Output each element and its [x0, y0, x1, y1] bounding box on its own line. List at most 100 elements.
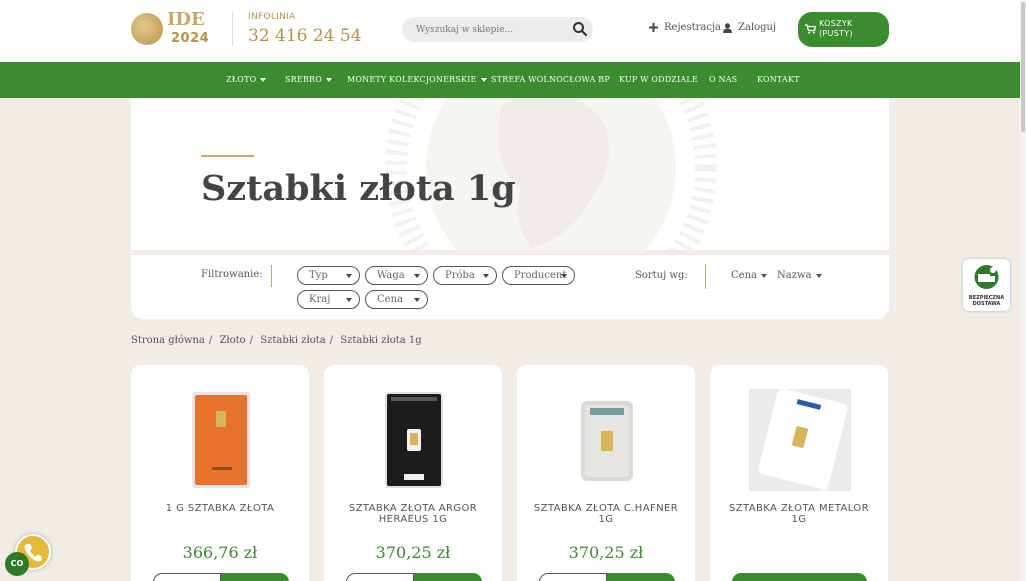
main-nav: ZŁOTO SREBRO MONETY KOLEKCJONERSKIE STRE…: [0, 62, 1020, 98]
filter-pill-label: Producent: [514, 270, 567, 281]
breadcrumb-separator: /: [249, 335, 254, 346]
breadcrumb: Strona główna / Złoto / Sztabki złota / Szt…: [131, 335, 426, 346]
logo-text: IDE: [167, 9, 205, 30]
filter-bar: Filtrowanie: Typ Waga Próba Producent Kr…: [131, 255, 889, 319]
quantity-input[interactable]: [346, 573, 414, 581]
filter-label: Filtrowanie:: [201, 269, 263, 280]
filter-divider: [271, 265, 272, 287]
nav-label: O NAS: [709, 75, 738, 84]
breadcrumb-zloto[interactable]: Złoto: [219, 335, 245, 346]
infolinia-phone[interactable]: 32 416 24 54: [248, 26, 362, 46]
safe-delivery-badge[interactable]: BEZPIECZNA DOSTAWA: [963, 259, 1010, 311]
filter-proba[interactable]: Próba: [433, 266, 497, 285]
chat-button[interactable]: CO: [5, 552, 29, 576]
product-card[interactable]: SZTABKA ZŁOTA ARGOR HERAEUS 1G 370,25 zł: [324, 365, 502, 581]
product-image[interactable]: [170, 389, 272, 491]
page-hero: Sztabki złota 1g: [131, 98, 889, 250]
delivery-shield-icon: [974, 265, 999, 289]
chevron-down-icon: [326, 77, 333, 82]
chevron-down-icon: [260, 77, 267, 82]
nav-item-o-nas[interactable]: O NAS: [709, 75, 737, 84]
add-to-cart-button[interactable]: [414, 573, 482, 581]
filter-typ[interactable]: Typ: [297, 266, 360, 285]
plus-icon: [649, 23, 658, 32]
cart-button[interactable]: KOSZYK (PUSTY): [798, 12, 889, 47]
product-card[interactable]: SZTABKA ZŁOTA C.HAFNER 1G 370,25 zł: [517, 365, 695, 581]
site-logo[interactable]: IDE 2024: [131, 11, 211, 47]
filter-cena[interactable]: Cena: [365, 290, 428, 309]
cart-label: KOSZYK (PUSTY): [819, 19, 853, 39]
product-price: 370,25 zł: [568, 543, 644, 562]
login-link[interactable]: Zaloguj: [723, 22, 776, 33]
product-name[interactable]: 1 G SZTABKA ZŁOTA: [141, 503, 299, 514]
chevron-down-icon: [414, 274, 420, 278]
nav-item-zloto[interactable]: ZŁOTO: [226, 75, 267, 84]
quantity-input[interactable]: [539, 573, 607, 581]
badge-line2: DOSTAWA: [972, 301, 1001, 307]
nav-item-srebro[interactable]: SREBRO: [285, 75, 333, 84]
title-accent-line: [201, 155, 254, 157]
cart-label-line1: KOSZYK: [819, 19, 853, 28]
nav-label: KONTAKT: [757, 75, 800, 84]
nav-label: STREFA WOLNOCŁOWA BP: [491, 75, 610, 84]
nav-item-kontakt[interactable]: KONTAKT: [757, 75, 800, 84]
filter-pill-label: Typ: [309, 270, 328, 281]
search-box: [402, 17, 593, 42]
page-scrollbar[interactable]: [1020, 0, 1026, 581]
breadcrumb-sztabki[interactable]: Sztabki złota: [260, 335, 325, 346]
product-image[interactable]: [363, 389, 465, 491]
cart-label-line2: (PUSTY): [819, 29, 853, 38]
sort-by-name[interactable]: Nazwa: [777, 270, 822, 281]
nav-item-strefa[interactable]: STREFA WOLNOCŁOWA BP: [491, 75, 610, 84]
product-image[interactable]: [556, 389, 658, 491]
chevron-down-icon: [346, 298, 352, 302]
filter-waga[interactable]: Waga: [365, 266, 428, 285]
login-label: Zaloguj: [738, 22, 777, 33]
quantity-input[interactable]: [153, 573, 221, 581]
add-to-cart-button[interactable]: [607, 573, 675, 581]
product-name[interactable]: SZTABKA ZŁOTA C.HAFNER 1G: [527, 503, 685, 525]
search-icon[interactable]: [572, 21, 588, 37]
filter-producent[interactable]: Producent: [502, 266, 575, 285]
product-card[interactable]: 1 G SZTABKA ZŁOTA 366,76 zł: [131, 365, 309, 581]
product-price: 366,76 zł: [182, 543, 258, 562]
notify-availability-button[interactable]: [732, 573, 867, 581]
scrollbar-thumb[interactable]: [1021, 2, 1025, 132]
sort-label: Sortuj wg:: [635, 270, 688, 281]
nav-label: ZŁOTO: [226, 75, 257, 84]
sort-by-price[interactable]: Cena: [731, 270, 767, 281]
product-card[interactable]: SZTABKA ZŁOTA METALOR 1G: [710, 365, 888, 581]
chevron-down-icon: [346, 274, 352, 278]
search-input[interactable]: [416, 22, 566, 37]
nav-item-kup[interactable]: KUP W ODDZIALE: [619, 75, 698, 84]
user-icon: [723, 22, 732, 33]
filter-pill-label: Cena: [377, 294, 403, 305]
nav-item-monety[interactable]: MONETY KOLEKCJONERSKIE: [347, 75, 487, 84]
site-header: IDE 2024 INFOLINIA 32 416 24 54 Rejestra…: [0, 0, 1020, 62]
chevron-down-icon: [815, 273, 822, 278]
breadcrumb-home[interactable]: Strona główna: [131, 335, 205, 346]
sort-option-label: Nazwa: [777, 270, 812, 281]
badge-text: BEZPIECZNA DOSTAWA: [963, 295, 1010, 307]
filter-pill-label: Próba: [445, 270, 475, 281]
add-to-cart-button[interactable]: [221, 573, 289, 581]
chevron-down-icon: [483, 274, 489, 278]
product-price: 370,25 zł: [375, 543, 451, 562]
cart-icon: [805, 24, 816, 34]
product-image[interactable]: [749, 389, 851, 491]
infolinia-label: INFOLINIA: [248, 12, 296, 22]
filter-pill-label: Waga: [377, 270, 405, 281]
breadcrumb-current: Sztabki złota 1g: [340, 335, 422, 346]
filter-kraj[interactable]: Kraj: [297, 290, 360, 309]
product-name[interactable]: SZTABKA ZŁOTA METALOR 1G: [720, 503, 878, 525]
logo-year: 2024: [171, 31, 210, 46]
chevron-down-icon: [760, 273, 767, 278]
globe-icon: [131, 13, 163, 45]
nav-label: KUP W ODDZIALE: [619, 75, 698, 84]
filter-pill-label: Kraj: [309, 294, 331, 305]
page-title: Sztabki złota 1g: [201, 168, 516, 209]
register-link[interactable]: Rejestracja: [649, 22, 721, 33]
nav-label: MONETY KOLEKCJONERSKIE: [347, 75, 477, 84]
breadcrumb-separator: /: [208, 335, 213, 346]
product-name[interactable]: SZTABKA ZŁOTA ARGOR HERAEUS 1G: [334, 503, 492, 525]
